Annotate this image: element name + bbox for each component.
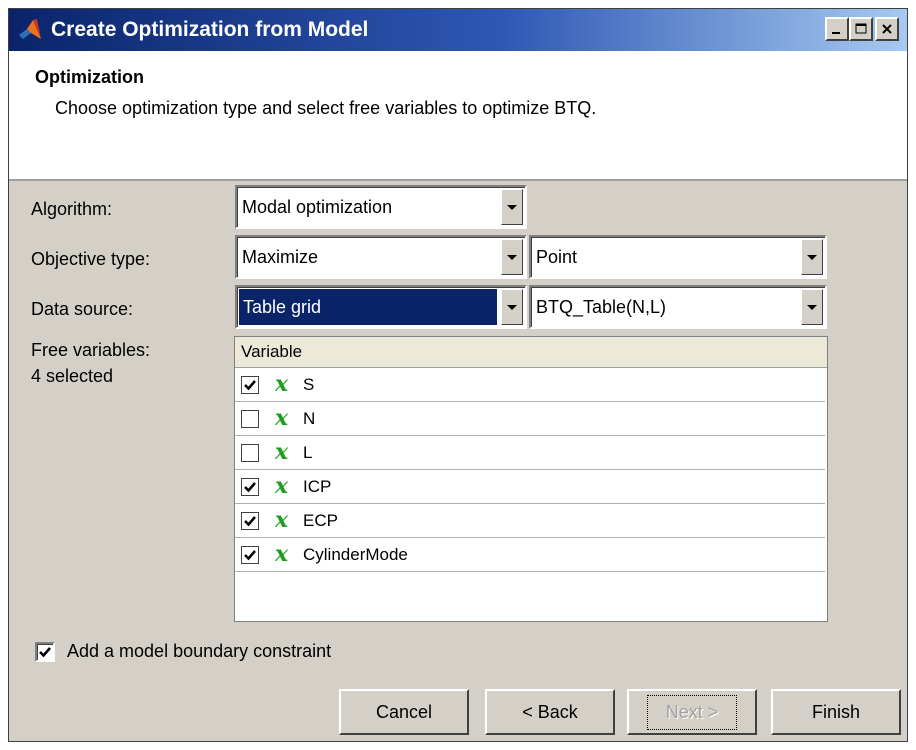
variable-x-icon: x — [275, 507, 289, 533]
close-button[interactable] — [875, 17, 899, 41]
variable-name: ECP — [303, 511, 338, 530]
variable-checkbox[interactable] — [241, 376, 259, 394]
matlab-logo-icon — [19, 19, 41, 39]
chevron-down-icon[interactable] — [801, 289, 823, 325]
data-source-table-select[interactable]: BTQ_Table(N,L) — [529, 285, 827, 329]
table-row[interactable]: x CylinderMode — [235, 538, 825, 572]
table-row[interactable]: xS — [235, 368, 825, 402]
free-variables-label: Free variables: — [31, 340, 151, 360]
chevron-down-icon[interactable] — [501, 239, 523, 275]
table-row[interactable]: x ICP — [235, 470, 825, 504]
back-button[interactable]: < Back — [485, 689, 615, 735]
variable-x-icon: x — [275, 541, 289, 567]
variable-x-icon: x — [275, 371, 289, 397]
table-header[interactable]: Variable — [235, 337, 827, 368]
header-panel: Optimization Choose optimization type an… — [9, 51, 907, 181]
boundary-constraint-checkbox[interactable] — [35, 642, 55, 662]
next-button[interactable]: Next > — [627, 689, 757, 735]
header-description: Choose optimization type and select free… — [55, 98, 597, 118]
algorithm-select[interactable]: Modal optimization — [235, 185, 527, 229]
checkmark-icon — [244, 380, 256, 391]
variable-name: N — [303, 409, 316, 428]
variable-name: ICP — [303, 477, 332, 496]
boundary-constraint-label[interactable]: Add a model boundary constraint — [67, 641, 331, 662]
data-source-value: Table grid — [239, 289, 497, 325]
variable-name: S — [303, 375, 315, 394]
maximize-icon — [855, 23, 867, 34]
minimize-icon — [832, 32, 840, 34]
variable-checkbox[interactable] — [241, 410, 259, 428]
checkmark-icon — [244, 550, 256, 561]
objective-type-label: Objective type: — [31, 249, 151, 269]
variable-x-icon: x — [275, 405, 289, 431]
variable-x-icon: x — [275, 473, 289, 499]
table-row[interactable]: x ECP — [235, 504, 825, 538]
close-icon — [882, 24, 892, 34]
data-source-label: Data source: — [31, 299, 134, 319]
variable-checkbox[interactable] — [241, 512, 259, 530]
checkmark-icon — [244, 516, 256, 527]
dialog-window: Create Optimization from Model Optimizat… — [8, 8, 908, 742]
objective-point-select[interactable]: Point — [529, 235, 827, 279]
minimize-button[interactable] — [825, 17, 849, 41]
next-button-label: Next > — [646, 694, 738, 730]
variable-column-header: Variable — [241, 342, 303, 361]
finish-button[interactable]: Finish — [771, 689, 901, 735]
checkmark-icon — [39, 647, 51, 658]
data-source-table-value: BTQ_Table(N,L) — [536, 297, 667, 317]
chevron-down-icon[interactable] — [501, 289, 523, 325]
title-bar[interactable]: Create Optimization from Model — [9, 9, 907, 51]
variable-name: L — [303, 443, 313, 462]
variable-x-icon: x — [275, 439, 289, 465]
table-row[interactable]: xL — [235, 436, 825, 470]
window-title: Create Optimization from Model — [51, 18, 369, 41]
algorithm-label: Algorithm: — [31, 199, 113, 219]
data-source-select[interactable]: Table grid — [235, 285, 527, 329]
header-title: Optimization — [35, 67, 144, 87]
variable-name: CylinderMode — [303, 545, 408, 564]
free-variables-count: 4 selected — [31, 366, 114, 386]
variable-checkbox[interactable] — [241, 478, 259, 496]
variable-checkbox[interactable] — [241, 444, 259, 462]
objective-type-value: Maximize — [242, 247, 319, 267]
variable-checkbox[interactable] — [241, 546, 259, 564]
chevron-down-icon[interactable] — [501, 189, 523, 225]
objective-point-value: Point — [536, 247, 578, 267]
maximize-button[interactable] — [849, 17, 873, 41]
table-row[interactable]: xN — [235, 402, 825, 436]
algorithm-value: Modal optimization — [242, 197, 393, 217]
objective-type-select[interactable]: Maximize — [235, 235, 527, 279]
checkmark-icon — [244, 482, 256, 493]
chevron-down-icon[interactable] — [801, 239, 823, 275]
variables-table[interactable]: Variable x Sx Nx Lx ICP x ECP x CylinderMode — [234, 336, 828, 622]
cancel-button[interactable]: Cancel — [339, 689, 469, 735]
